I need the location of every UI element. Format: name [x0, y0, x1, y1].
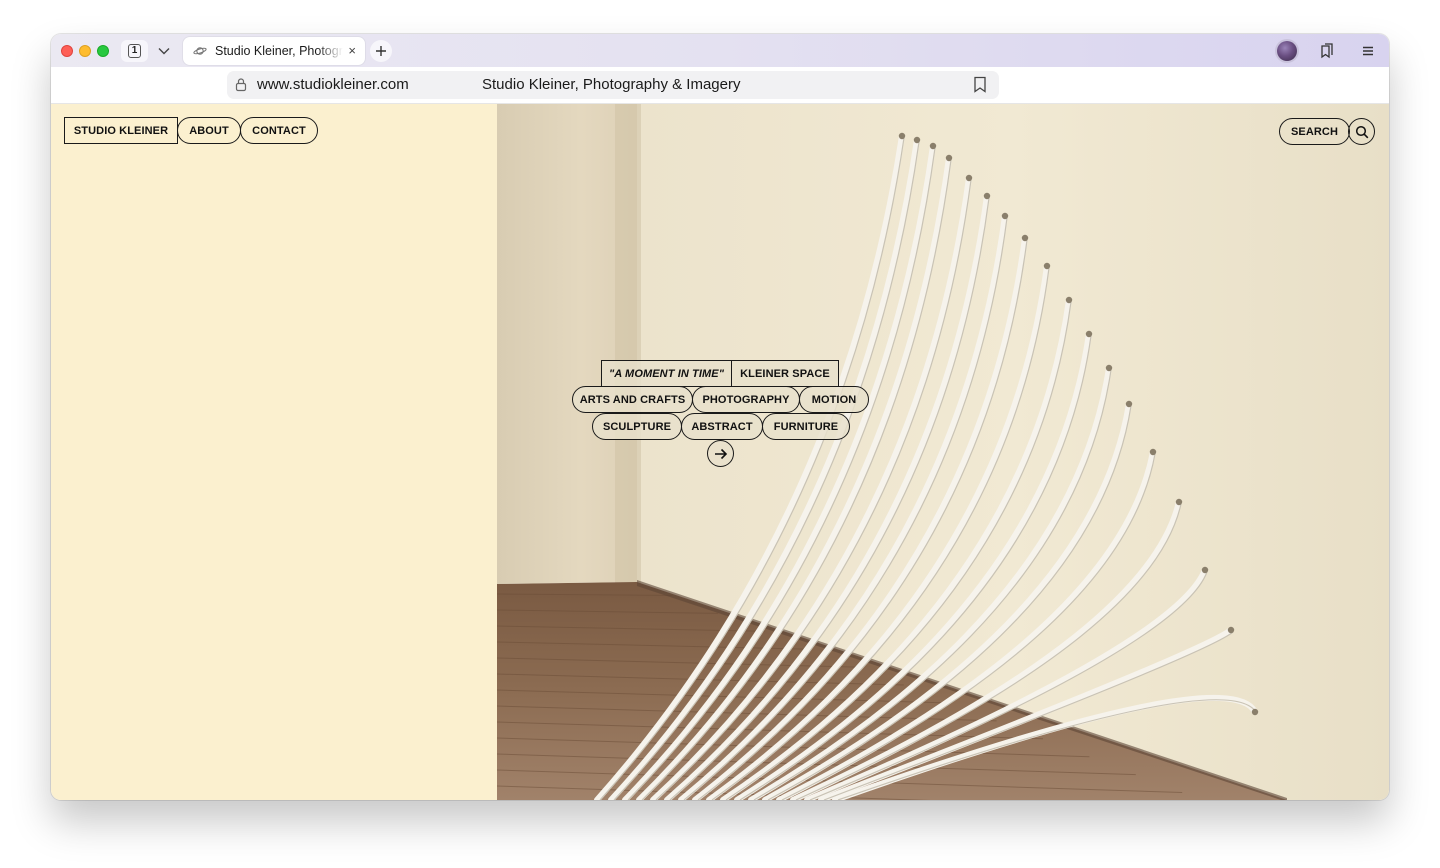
- tab-count: 1: [127, 44, 142, 58]
- tab-close-icon[interactable]: ×: [348, 43, 356, 59]
- search-button[interactable]: SEARCH: [1279, 118, 1350, 145]
- zoom-window-button[interactable]: [97, 45, 109, 57]
- minimize-window-button[interactable]: [79, 45, 91, 57]
- nav-about[interactable]: ABOUT: [177, 117, 241, 144]
- arrow-right-icon: [714, 448, 727, 459]
- toolbar: www.studiokleiner.com Studio Kleiner, Ph…: [51, 67, 1389, 104]
- left-panel: [51, 104, 497, 800]
- tag-arts-and-crafts[interactable]: ARTS AND CRAFTS: [572, 386, 693, 413]
- plus-icon: [376, 46, 386, 56]
- hero-photo: [497, 104, 1389, 800]
- tag-motion[interactable]: MOTION: [799, 386, 869, 413]
- chevron-down-icon: [158, 48, 170, 55]
- bookmarks-icon[interactable]: [1318, 42, 1336, 60]
- tag-photography[interactable]: PHOTOGRAPHY: [692, 386, 800, 413]
- browser-window: 1 Studio Kleiner, Photography & Imagery …: [51, 34, 1389, 800]
- tab-title: Studio Kleiner, Photography & Imagery: [215, 44, 343, 58]
- tube-sculpture-image: [497, 104, 1389, 800]
- profile-avatar[interactable]: [1277, 41, 1297, 61]
- close-window-button[interactable]: [61, 45, 73, 57]
- tag-abstract[interactable]: ABSTRACT: [681, 413, 763, 440]
- tag-sculpture[interactable]: SCULPTURE: [592, 413, 682, 440]
- search-icon: [1355, 125, 1368, 138]
- page-viewport: STUDIO KLEINER ABOUT CONTACT SEARCH "A M…: [51, 104, 1389, 800]
- tab-count-button[interactable]: 1: [121, 40, 148, 62]
- project-location-link[interactable]: KLEINER SPACE: [731, 360, 839, 387]
- active-tab[interactable]: Studio Kleiner, Photography & Imagery ×: [183, 37, 365, 65]
- tab-list-dropdown[interactable]: [151, 40, 177, 62]
- search-icon-button[interactable]: [1348, 118, 1375, 145]
- menu-icon[interactable]: [1359, 42, 1377, 60]
- address-bar[interactable]: www.studiokleiner.com Studio Kleiner, Ph…: [227, 71, 999, 99]
- lock-icon: [235, 78, 247, 92]
- new-tab-button[interactable]: [370, 40, 392, 62]
- nav-contact[interactable]: CONTACT: [240, 117, 318, 144]
- page-title: Studio Kleiner, Photography & Imagery: [482, 76, 741, 93]
- url-text: www.studiokleiner.com: [257, 76, 409, 93]
- project-title-link[interactable]: "A MOMENT IN TIME": [601, 360, 732, 387]
- next-project-button[interactable]: [707, 440, 734, 467]
- brand-button[interactable]: STUDIO KLEINER: [64, 117, 178, 144]
- tag-furniture[interactable]: FURNITURE: [762, 413, 850, 440]
- bookmark-icon[interactable]: [973, 76, 987, 93]
- tab-bar: 1 Studio Kleiner, Photography & Imagery …: [51, 34, 1389, 67]
- planet-favicon-icon: [193, 47, 207, 55]
